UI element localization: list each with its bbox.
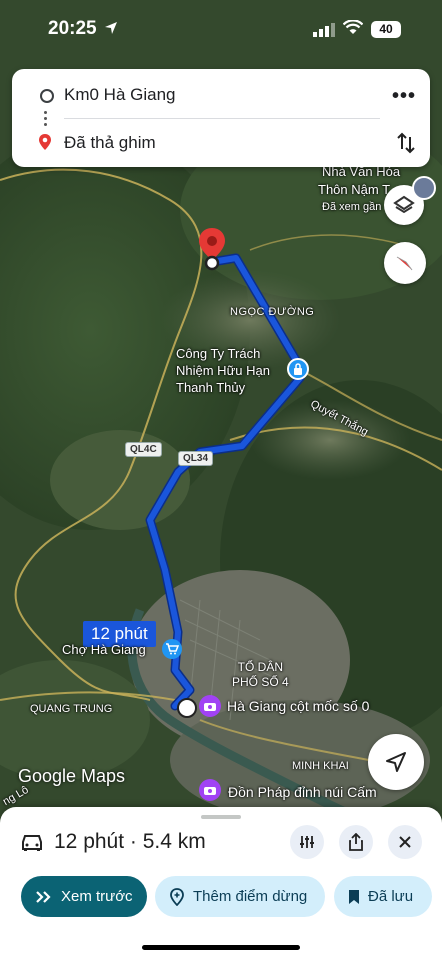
home-indicator — [142, 945, 300, 950]
cellular-signal-icon — [313, 23, 335, 37]
bookmark-icon — [349, 889, 359, 904]
map-label-company[interactable]: Công Ty Trách Nhiệm Hữu Hạn Thanh Thủy — [176, 345, 270, 396]
origin-field[interactable]: Km0 Hà Giang — [64, 85, 176, 105]
road-shield-ql34: QL34 — [178, 451, 214, 466]
to-dan-line-2: PHỐ SỐ 4 — [232, 675, 289, 689]
battery-indicator: 40 — [371, 21, 401, 38]
preview-label: Xem trước — [61, 888, 133, 905]
car-icon — [22, 835, 42, 851]
shopping-cart-poi-icon[interactable] — [162, 639, 182, 659]
sheet-drag-handle[interactable] — [201, 815, 241, 819]
route-options-button[interactable] — [290, 825, 324, 859]
share-icon — [349, 833, 363, 851]
map-label-cho-ha-giang[interactable]: Chợ Hà Giang — [62, 642, 146, 657]
recently-viewed-icon[interactable] — [412, 176, 436, 200]
more-options-button[interactable]: ••• — [392, 85, 416, 108]
map-label-to-dan: TỔ DÂN PHỐ SỐ 4 — [232, 660, 289, 690]
saved-label: Đã lưu — [368, 888, 414, 905]
map-label-ngoc-duong: NGỌC ĐƯỜNG — [230, 306, 315, 318]
destination-field[interactable]: Đã thả ghim — [64, 133, 156, 153]
map-label-minh-khai: MINH KHAI — [292, 760, 349, 772]
destination-row[interactable]: Đã thả ghim — [12, 123, 430, 163]
map-label-thon-nam[interactable]: Thôn Nậm T — [318, 182, 390, 197]
google-maps-logo: Google Maps — [18, 766, 126, 786]
to-dan-line-1: TỔ DÂN — [237, 660, 284, 674]
swap-icon[interactable] — [396, 131, 416, 155]
add-location-icon — [170, 887, 184, 906]
status-bar: 20:25 40 — [0, 0, 442, 58]
company-line-3: Thanh Thủy — [176, 380, 246, 395]
status-time: 20:25 — [48, 18, 97, 39]
origin-row[interactable]: Km0 Hà Giang ••• — [12, 75, 430, 115]
double-chevron-icon — [36, 890, 51, 903]
map-label-quang-trung: QUANG TRUNG — [30, 703, 113, 715]
camera-poi-icon[interactable] — [199, 695, 221, 717]
compass-button[interactable] — [384, 242, 426, 284]
compass-icon — [396, 256, 413, 271]
field-divider — [64, 118, 380, 119]
dropped-pin-icon[interactable] — [197, 226, 227, 272]
layers-icon — [393, 195, 415, 214]
directions-card: Km0 Hà Giang ••• Đã thả ghim — [12, 69, 430, 167]
origin-marker[interactable] — [177, 698, 197, 718]
road-shield-ql4c: QL4C — [125, 442, 162, 457]
map-label-cot-moc[interactable]: Hà Giang cột mốc số 0 — [227, 698, 369, 714]
company-line-1: Công Ty Trách — [176, 346, 261, 361]
origin-circle-icon — [40, 89, 54, 103]
close-icon — [399, 836, 411, 848]
lock-poi-icon[interactable] — [287, 358, 309, 380]
company-line-2: Nhiệm Hữu Hạn — [176, 363, 270, 378]
add-stop-button[interactable]: Thêm điểm dừng — [155, 876, 325, 917]
camera-poi-icon-2[interactable] — [199, 779, 221, 801]
wifi-icon — [343, 20, 363, 34]
map-label-don-phap[interactable]: Đồn Pháp đỉnh núi Cấm — [228, 784, 377, 800]
saved-button[interactable]: Đã lưu — [334, 876, 432, 917]
destination-pin-icon — [39, 134, 51, 150]
close-button[interactable] — [388, 825, 422, 859]
share-button[interactable] — [339, 825, 373, 859]
route-summary: 12 phút · 5.4 km — [54, 830, 206, 853]
add-stop-label: Thêm điểm dừng — [193, 888, 308, 905]
recenter-button[interactable] — [368, 734, 424, 790]
map-label-da-xem-gan: Đã xem gần — [322, 201, 382, 213]
route-bottom-sheet[interactable]: 12 phút · 5.4 km Xem trước Thêm điểm dừn… — [0, 807, 442, 960]
tune-icon — [300, 836, 314, 848]
navigation-arrow-icon — [386, 752, 406, 772]
preview-button[interactable]: Xem trước — [21, 876, 147, 917]
location-arrow-icon — [105, 22, 117, 34]
